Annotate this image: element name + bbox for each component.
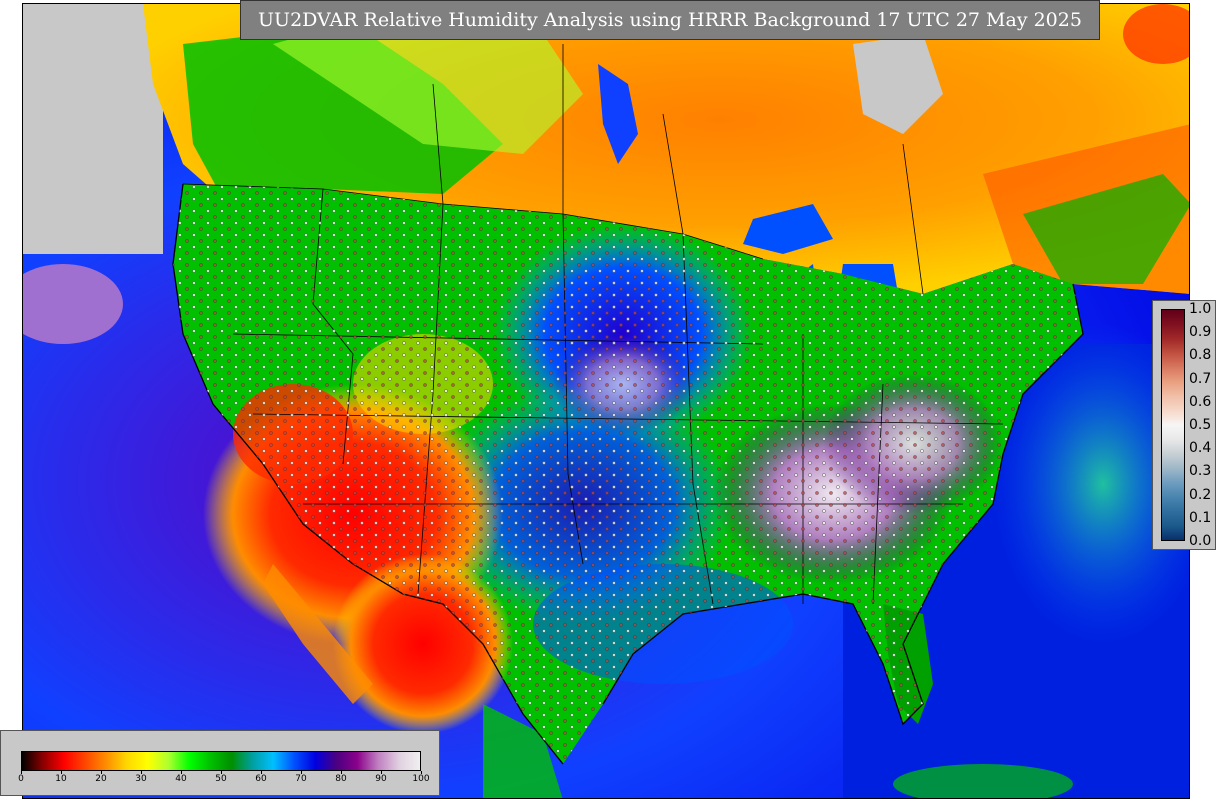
obs-tick-label: 0.8	[1189, 347, 1212, 364]
humidity-field	[23, 4, 1189, 798]
obs-tick-label: 0.5	[1189, 417, 1212, 433]
rh-tick-label: 20	[95, 774, 107, 784]
obs-tick-label: 0.7	[1189, 370, 1212, 387]
rh-tick-label: 0	[18, 774, 24, 784]
rh-tick-label: 70	[295, 774, 307, 784]
obs-tick-label: 0.9	[1189, 324, 1212, 341]
rh-tick-label: 50	[215, 774, 227, 784]
rh-colorbar-legend: 0 10 20 30 40 50 60 70 80 90 100	[0, 730, 440, 796]
rh-colorbar	[21, 751, 421, 771]
rh-tick-label: 60	[255, 774, 267, 784]
rh-tick-label: 90	[375, 774, 387, 784]
obs-tick-label: 0.0	[1189, 533, 1212, 549]
obs-tick-label: 0.3	[1189, 463, 1212, 480]
rh-tick-label: 80	[335, 774, 347, 784]
rh-tick-label: 40	[175, 774, 187, 784]
obs-tick-label: 0.2	[1189, 486, 1212, 503]
rh-tick-label: 30	[135, 774, 147, 784]
rh-tick-label: 100	[412, 774, 430, 784]
obs-colorbar-legend: 0.0 0.1 0.2 0.3 0.4 0.5 0.6 0.7 0.8 0.9 1.0	[1152, 300, 1216, 550]
rh-map	[22, 3, 1190, 799]
no-data-northwest	[23, 4, 163, 254]
obs-tick-label: 1.0	[1189, 301, 1212, 317]
map-title: UU2DVAR Relative Humidity Analysis using…	[240, 0, 1100, 40]
rh-tick-label: 10	[55, 774, 67, 784]
obs-tick-label: 0.1	[1189, 509, 1212, 526]
obs-tick-label: 0.4	[1189, 440, 1212, 457]
obs-colorbar	[1161, 309, 1185, 541]
obs-tick-label: 0.6	[1189, 393, 1212, 410]
